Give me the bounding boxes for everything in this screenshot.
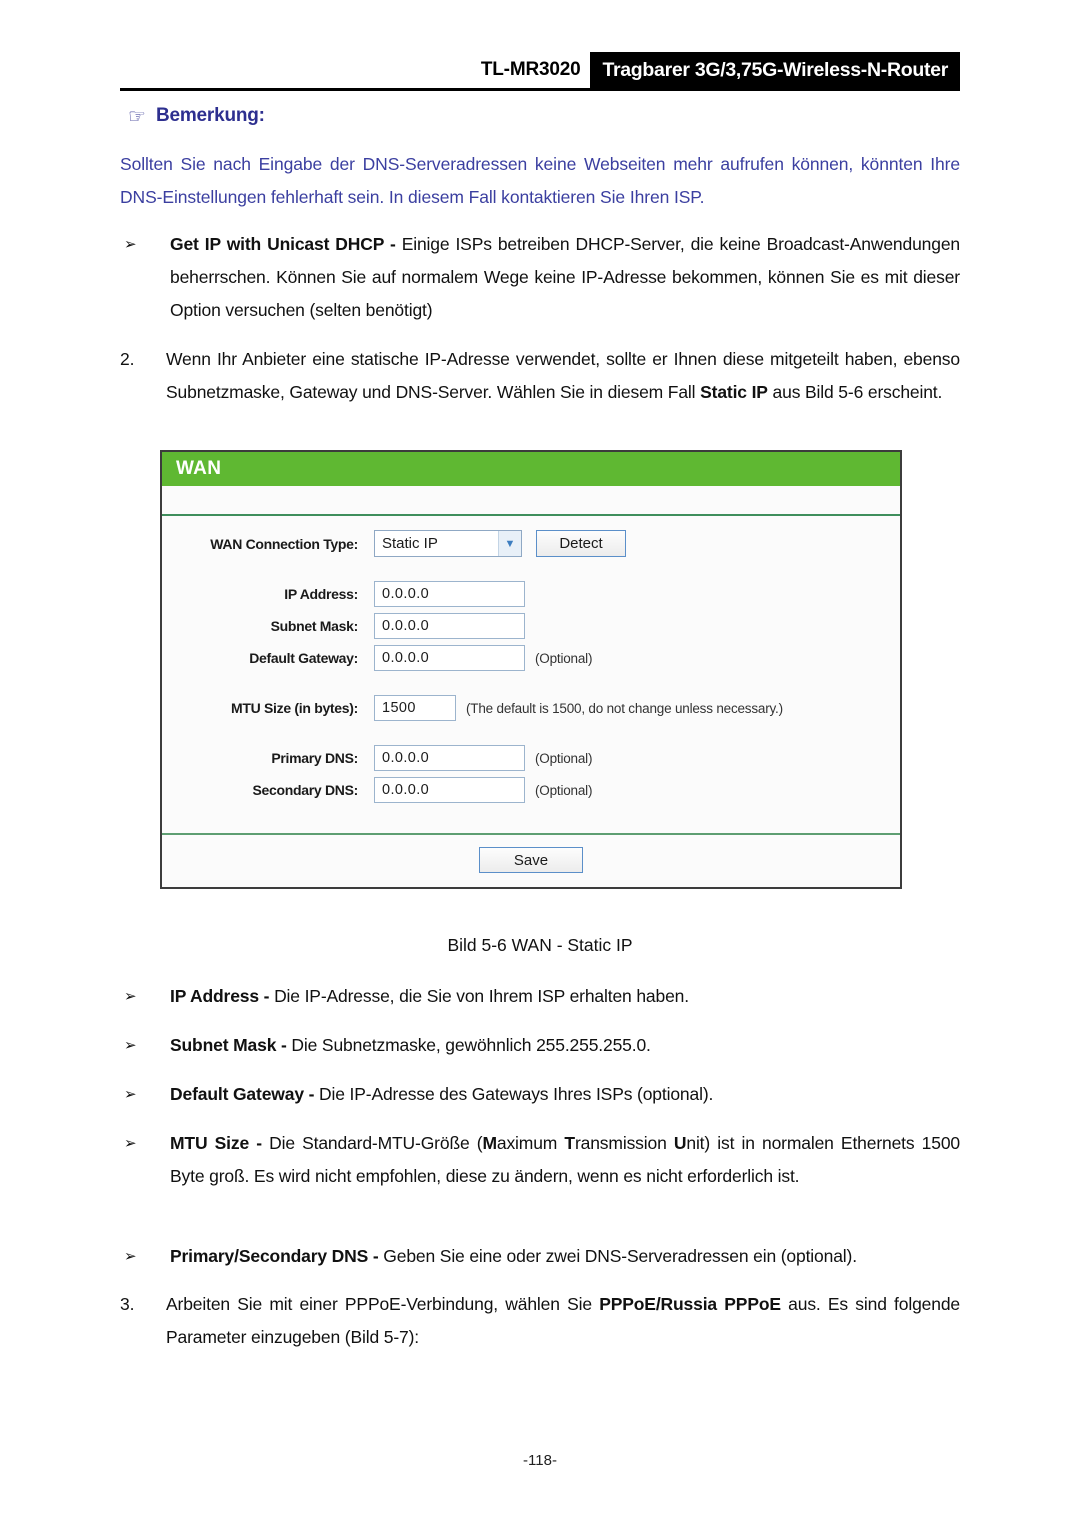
router-title-label: WAN — [176, 458, 222, 479]
wan-connection-type-value: Static IP — [382, 535, 438, 552]
figure-caption: Bild 5-6 WAN - Static IP — [447, 935, 633, 955]
secondary-dns-input[interactable]: 0.0.0.0 — [374, 777, 525, 803]
step-2-marker: 2. — [120, 349, 135, 369]
bullet-term: Default Gateway - — [170, 1084, 315, 1104]
chevron-down-icon[interactable]: ▼ — [498, 531, 521, 556]
ip-address-label: IP Address: — [284, 586, 358, 602]
step-3-bold: PPPoE/Russia PPPoE — [599, 1294, 781, 1314]
bullet-marker: ➢ — [124, 1135, 137, 1152]
bullet-text: Die IP-Adresse, die Sie von Ihrem ISP er… — [269, 986, 689, 1006]
header-rule — [120, 88, 960, 91]
bullet-term: Get IP with Unicast DHCP - — [170, 234, 396, 254]
step-2-text-b: aus Bild 5-6 erscheint. — [767, 382, 943, 402]
step-2-body: Wenn Ihr Anbieter eine statische IP-Adre… — [166, 343, 960, 409]
bullet-text: Geben Sie eine oder zwei DNS-Serveradres… — [378, 1246, 857, 1266]
mtu-size-input[interactable]: 1500 — [374, 695, 456, 721]
bullet-subnet-mask: ➢ Subnet Mask - Die Subnetzmaske, gewöhn… — [120, 1029, 960, 1062]
secondary-dns-row: Secondary DNS: 0.0.0.0 (Optional) — [162, 777, 900, 803]
wan-connection-type-row: WAN Connection Type: Static IP ▼ Detect — [162, 530, 900, 557]
step-3-body: Arbeiten Sie mit einer PPPoE-Verbindung,… — [166, 1288, 960, 1354]
default-gateway-row: Default Gateway: 0.0.0.0 (Optional) — [162, 645, 900, 671]
bullet-body: Default Gateway - Die IP-Adresse des Gat… — [170, 1078, 960, 1111]
primary-dns-label: Primary DNS: — [271, 750, 358, 766]
router-web-ui-screenshot: WAN WAN Connection Type: Static IP ▼ Det… — [160, 450, 902, 889]
bullet-term: IP Address - — [170, 986, 270, 1006]
bullet-marker: ➢ — [124, 1248, 137, 1265]
secondary-dns-hint: (Optional) — [535, 782, 593, 798]
router-form: WAN Connection Type: Static IP ▼ Detect … — [162, 516, 900, 833]
mtu-t-rest: ransmission — [574, 1133, 674, 1153]
wan-connection-type-label: WAN Connection Type: — [210, 535, 358, 552]
step-3-paragraph: 3. Arbeiten Sie mit einer PPPoE-Verbindu… — [120, 1288, 960, 1354]
mtu-t-letter: T — [564, 1133, 575, 1153]
subnet-mask-row: Subnet Mask: 0.0.0.0 — [162, 613, 900, 639]
secondary-dns-label: Secondary DNS: — [252, 782, 359, 798]
bullet-body: Subnet Mask - Die Subnetzmaske, gewöhnli… — [170, 1029, 960, 1062]
mtu-size-hint: (The default is 1500, do not change unle… — [466, 700, 783, 716]
mtu-size-row: MTU Size (in bytes): 1500 (The default i… — [162, 695, 900, 721]
bullet-default-gateway: ➢ Default Gateway - Die IP-Adresse des G… — [120, 1078, 960, 1111]
wan-connection-type-select[interactable]: Static IP ▼ — [374, 530, 522, 557]
mtu-m-rest: aximum — [496, 1133, 565, 1153]
bullet-body: Get IP with Unicast DHCP - Einige ISPs b… — [170, 228, 960, 327]
pointing-hand-icon: ☞ — [128, 106, 146, 128]
detect-button[interactable]: Detect — [536, 530, 626, 557]
primary-dns-row: Primary DNS: 0.0.0.0 (Optional) — [162, 745, 900, 771]
mtu-u-rest: nit — [686, 1133, 705, 1153]
router-title-bar: WAN — [162, 452, 900, 486]
bullet-text: Die Subnetzmaske, gewöhnlich 255.255.255… — [286, 1035, 651, 1055]
bullet-marker: ➢ — [124, 1086, 137, 1103]
note-body-text: Sollten Sie nach Eingabe der DNS-Servera… — [120, 154, 960, 207]
primary-dns-hint: (Optional) — [535, 750, 593, 766]
step-3-text-a: Arbeiten Sie mit einer PPPoE-Verbindung,… — [166, 1294, 600, 1314]
header-product-label: Tragbarer 3G/3,75G-Wireless-N-Router — [590, 52, 960, 88]
step-3-marker: 3. — [120, 1294, 135, 1314]
bullet-marker: ➢ — [124, 988, 137, 1005]
bullet-ip-address: ➢ IP Address - Die IP-Adresse, die Sie v… — [120, 980, 960, 1013]
mtu-size-label: MTU Size (in bytes): — [230, 700, 358, 716]
ip-address-input[interactable]: 0.0.0.0 — [374, 581, 525, 607]
subnet-mask-input[interactable]: 0.0.0.0 — [374, 613, 525, 639]
default-gateway-hint: (Optional) — [535, 650, 593, 666]
bullet-text: Die IP-Adresse des Gateways Ihres ISPs (… — [314, 1084, 714, 1104]
page-number: -118- — [523, 1452, 557, 1469]
bullet-body: IP Address - Die IP-Adresse, die Sie von… — [170, 980, 960, 1013]
subnet-mask-label: Subnet Mask: — [270, 618, 359, 634]
mtu-u-letter: U — [673, 1133, 687, 1153]
step-2-bold: Static IP — [700, 382, 768, 402]
header-model-label: TL-MR3020 — [480, 59, 581, 80]
bullet-body: Primary/Secondary DNS - Geben Sie eine o… — [170, 1240, 960, 1273]
bullet-marker: ➢ — [124, 1037, 137, 1054]
default-gateway-label: Default Gateway: — [249, 650, 358, 666]
router-form-footer: Save — [162, 833, 900, 887]
page-running-header: TL-MR3020 Tragbarer 3G/3,75G-Wireless-N-… — [120, 52, 960, 96]
primary-dns-input[interactable]: 0.0.0.0 — [374, 745, 525, 771]
bullet-marker: ➢ — [124, 236, 137, 253]
bullet-text-a: Die Standard-MTU-Größe ( — [261, 1133, 483, 1153]
router-sub-bar — [162, 486, 900, 516]
note-title-label: Bemerkung: — [155, 105, 265, 126]
bullet-term: Subnet Mask - — [170, 1035, 287, 1055]
default-gateway-input[interactable]: 0.0.0.0 — [374, 645, 525, 671]
bullet-term: MTU Size - — [170, 1133, 262, 1153]
step-2-paragraph: 2. Wenn Ihr Anbieter eine statische IP-A… — [120, 343, 960, 409]
bullet-mtu-size: ➢ MTU Size - Die Standard-MTU-Größe (Max… — [120, 1127, 960, 1193]
ip-address-row: IP Address: 0.0.0.0 — [162, 581, 900, 607]
mtu-m-letter: M — [482, 1133, 497, 1153]
bullet-term: Primary/Secondary DNS - — [170, 1246, 379, 1266]
bullet-get-ip-unicast-dhcp: ➢ Get IP with Unicast DHCP - Einige ISPs… — [120, 228, 960, 327]
bullet-primary-secondary-dns: ➢ Primary/Secondary DNS - Geben Sie eine… — [120, 1240, 960, 1273]
bullet-body: MTU Size - Die Standard-MTU-Größe (Maxim… — [170, 1127, 960, 1193]
save-button[interactable]: Save — [479, 847, 583, 873]
note-title: ☞ Bemerkung: — [128, 105, 265, 127]
